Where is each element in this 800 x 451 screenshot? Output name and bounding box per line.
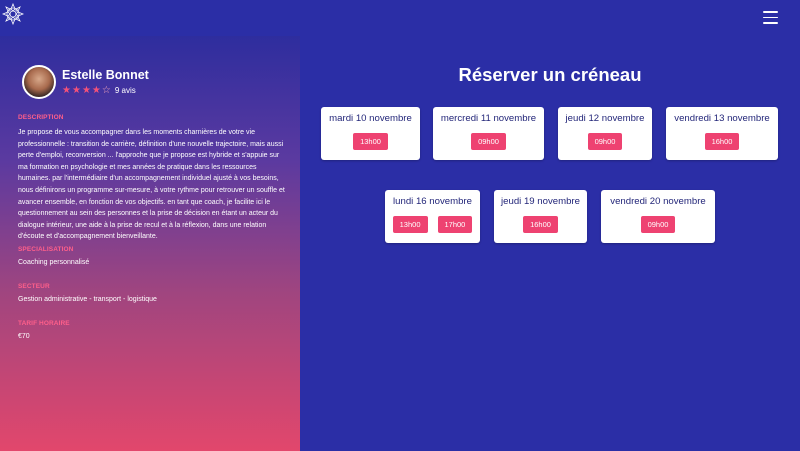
day-title: mardi 10 novembre <box>329 113 412 124</box>
profile-header: Estelle Bonnet ★★★★☆ 9 avis <box>22 65 149 99</box>
reviews-count[interactable]: 9 avis <box>115 86 136 95</box>
time-slot-button[interactable]: 16h00 <box>704 133 740 150</box>
profile-info: Estelle Bonnet ★★★★☆ 9 avis <box>62 68 149 96</box>
slot-list: 16h00 <box>666 133 778 150</box>
time-slot-button[interactable]: 09h00 <box>640 216 676 233</box>
slot-list: 09h00 <box>601 216 715 233</box>
menu-line <box>763 22 778 24</box>
mandala-logo-icon[interactable] <box>1 2 25 26</box>
star-icon: ★ <box>71 85 81 96</box>
specialisation-text: Coaching personnalisé <box>18 259 90 266</box>
day-title: mercredi 11 novembre <box>440 113 537 124</box>
day-card: mercredi 11 novembre 09h00 <box>433 107 544 160</box>
coach-name: Estelle Bonnet <box>62 68 149 82</box>
specialisation-label: SPECIALISATION <box>18 246 74 253</box>
booking-title: Réserver un créneau <box>458 64 642 85</box>
slot-list: 13h00 <box>321 133 420 150</box>
star-icon: ★ <box>91 85 101 96</box>
day-title: lundi 16 novembre <box>393 196 472 207</box>
time-slot-button[interactable]: 09h00 <box>587 133 623 150</box>
description-text: Je propose de vous accompagner dans les … <box>18 129 285 241</box>
day-card: mardi 10 novembre 13h00 <box>321 107 420 160</box>
slot-list: 13h00 17h00 <box>385 216 480 233</box>
slot-list: 16h00 <box>494 216 587 233</box>
time-slot-button[interactable]: 17h00 <box>437 216 473 233</box>
star-icon: ☆ <box>101 85 111 96</box>
day-title: jeudi 12 novembre <box>565 113 645 124</box>
avatar <box>22 65 56 99</box>
day-card: vendredi 13 novembre 16h00 <box>666 107 778 160</box>
slot-list: 09h00 <box>558 133 652 150</box>
day-card: jeudi 12 novembre 09h00 <box>558 107 652 160</box>
slot-list: 09h00 <box>433 133 544 150</box>
tarif-label: TARIF HORAIRE <box>18 320 70 327</box>
time-slot-button[interactable]: 13h00 <box>392 216 428 233</box>
day-card: jeudi 19 novembre 16h00 <box>494 190 587 243</box>
time-slot-button[interactable]: 09h00 <box>471 133 506 150</box>
secteur-text: Gestion administrative - transport - log… <box>18 296 157 303</box>
menu-line <box>763 16 778 18</box>
time-slot-button[interactable]: 16h00 <box>523 216 558 233</box>
menu-line <box>763 11 778 13</box>
day-card: vendredi 20 novembre 09h00 <box>601 190 715 243</box>
coach-sidebar: Estelle Bonnet ★★★★☆ 9 avis DESCRIPTION … <box>0 36 300 451</box>
day-title: vendredi 13 novembre <box>674 113 770 124</box>
day-title: jeudi 19 novembre <box>501 196 580 207</box>
description-label: DESCRIPTION <box>18 114 64 121</box>
hamburger-menu-icon[interactable] <box>763 11 778 24</box>
time-slot-button[interactable]: 13h00 <box>353 133 388 150</box>
star-icon: ★ <box>81 85 91 96</box>
star-icon: ★ <box>62 85 71 96</box>
secteur-label: SECTEUR <box>18 283 50 290</box>
rating-stars: ★★★★☆ <box>62 85 112 96</box>
rating: ★★★★☆ 9 avis <box>62 85 149 96</box>
day-title: vendredi 20 novembre <box>610 196 706 207</box>
day-card: lundi 16 novembre 13h00 17h00 <box>385 190 480 243</box>
tarif-text: €70 <box>18 333 30 340</box>
top-bar <box>0 0 800 36</box>
